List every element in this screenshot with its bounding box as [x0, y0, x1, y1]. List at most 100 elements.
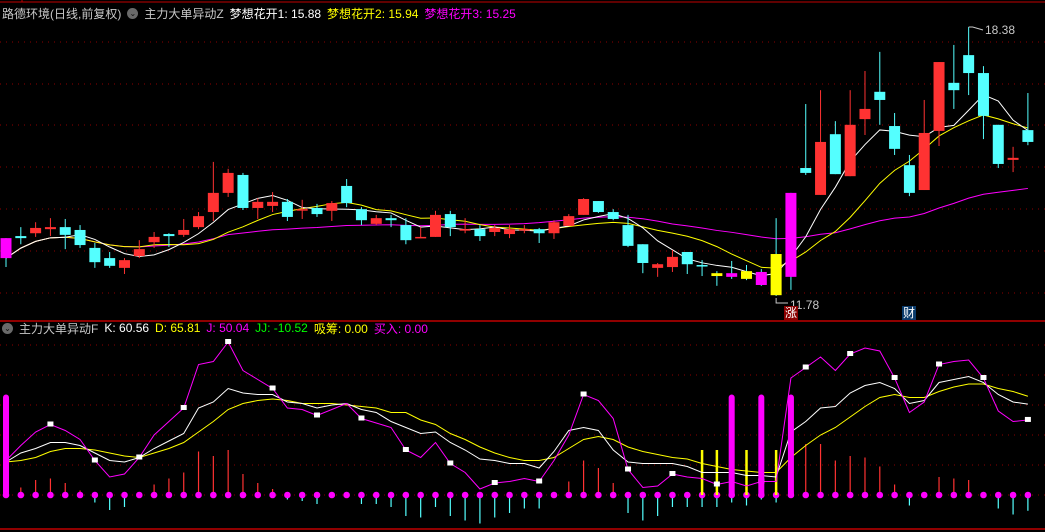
high-arrow-icon — [968, 26, 984, 31]
baseline-dot — [298, 491, 306, 499]
d-line — [5, 383, 1029, 473]
baseline-dot — [521, 491, 528, 499]
j-marker — [447, 460, 454, 466]
baseline-dot — [417, 491, 424, 499]
candle-body — [726, 273, 738, 277]
candle-body — [829, 134, 841, 175]
baseline-dot — [358, 491, 365, 499]
candle-body — [0, 238, 12, 259]
baseline-dot — [76, 491, 84, 499]
j-marker — [625, 466, 632, 472]
candle-body — [563, 216, 575, 226]
j-marker — [225, 339, 232, 344]
mairu-bar — [3, 394, 9, 497]
baseline-dot — [669, 491, 676, 499]
baseline-dot — [1024, 491, 1032, 499]
candle-body — [518, 229, 530, 231]
baseline-dot — [906, 491, 913, 499]
candle-body — [237, 174, 249, 208]
ma30-line — [5, 187, 1028, 259]
baseline-dot — [328, 491, 336, 499]
j-marker — [314, 412, 321, 418]
candle-body — [800, 168, 812, 173]
candle-body — [74, 229, 86, 246]
baseline-dot — [920, 491, 928, 499]
low-arrow-icon — [775, 298, 788, 304]
baseline-dot — [32, 491, 39, 499]
baseline-dot — [224, 491, 232, 499]
j-marker — [180, 405, 187, 410]
baseline-dot — [817, 491, 824, 499]
high-price-label: 18.38 — [985, 23, 1016, 37]
j-marker — [936, 361, 943, 367]
candle-body — [355, 209, 367, 221]
chart-canvas[interactable] — [0, 0, 1045, 532]
baseline-dot — [195, 491, 202, 499]
candle-body — [326, 203, 338, 211]
baseline-dot — [624, 491, 632, 499]
baseline-dot — [387, 491, 395, 499]
candle-body — [385, 218, 397, 221]
baseline-dot — [165, 491, 173, 499]
baseline-dot — [210, 491, 217, 499]
candle-body — [963, 55, 975, 74]
baseline-dot — [180, 491, 188, 499]
candle-body — [874, 91, 886, 100]
j-marker — [136, 454, 143, 460]
j-marker — [402, 447, 409, 452]
baseline-dot — [802, 491, 810, 499]
baseline-dot — [654, 491, 661, 499]
j-marker — [91, 457, 98, 463]
ma10-line — [5, 114, 1029, 269]
candle-body — [15, 236, 27, 239]
baseline-dot — [609, 491, 617, 499]
cai-badge[interactable]: 财 — [902, 306, 917, 320]
candle-body — [163, 234, 175, 237]
candle-body — [178, 229, 190, 235]
baseline-dot — [950, 491, 958, 499]
candle-body — [59, 227, 71, 235]
candle-body — [474, 229, 486, 237]
candle-body — [207, 192, 219, 213]
baseline-dot — [106, 491, 113, 499]
j-marker — [536, 478, 543, 484]
candle-body — [30, 227, 42, 234]
baseline-dot — [135, 491, 143, 499]
zhang-badge[interactable]: 涨 — [784, 306, 799, 320]
baseline-dot — [965, 491, 972, 499]
baseline-dot — [980, 491, 987, 499]
candle-body — [400, 225, 412, 241]
baseline-dot — [254, 491, 262, 499]
candle-body — [533, 229, 545, 234]
j-marker — [669, 471, 676, 476]
candle-body — [267, 201, 279, 206]
candle-body — [148, 236, 160, 243]
candle-body — [44, 227, 56, 230]
candle-body — [415, 236, 427, 239]
candle-body — [755, 271, 767, 285]
candle-body — [444, 214, 456, 228]
baseline-dot — [935, 491, 943, 499]
baseline-dot — [506, 491, 513, 499]
candle-body — [918, 132, 930, 191]
mairu-bar — [728, 394, 735, 497]
baseline-dot — [239, 491, 247, 499]
baseline-dot — [476, 491, 484, 499]
j-marker — [1024, 416, 1031, 422]
candle-body — [948, 82, 960, 91]
candle-body — [637, 244, 649, 263]
j-marker — [713, 481, 720, 487]
j-marker — [491, 480, 498, 485]
candle-body — [711, 273, 723, 277]
candle-body — [696, 265, 708, 267]
baseline-dot — [284, 491, 291, 499]
candle-body — [1007, 157, 1019, 160]
baseline-dot — [372, 491, 380, 499]
baseline-dot — [121, 491, 128, 499]
candle-body — [607, 212, 619, 219]
candle-body — [903, 165, 915, 193]
baseline-dot — [61, 491, 69, 499]
candle-body — [429, 214, 441, 237]
candle-body — [341, 185, 353, 204]
baseline-dot — [535, 491, 543, 499]
